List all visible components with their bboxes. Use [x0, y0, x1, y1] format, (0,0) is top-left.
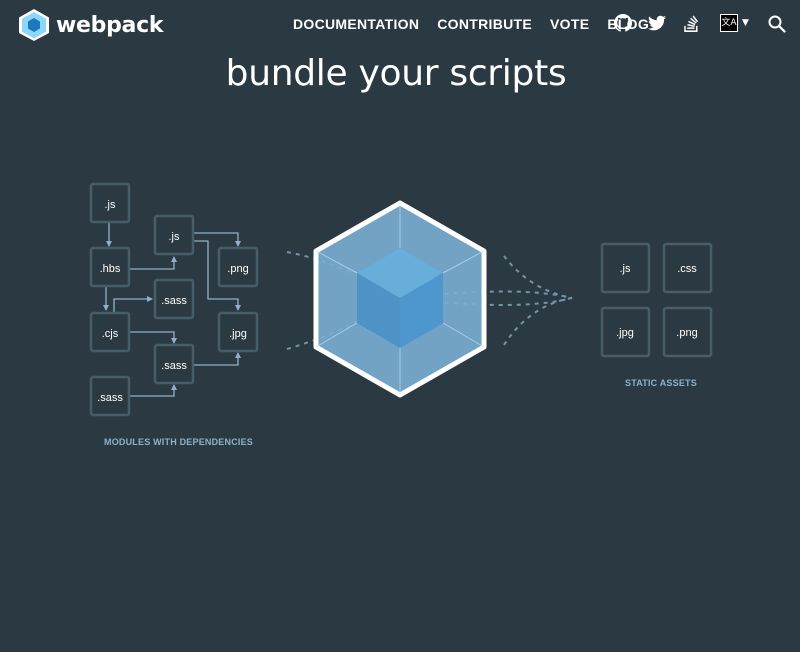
flow-line [503, 255, 573, 299]
module-label: .js [105, 199, 117, 211]
asset-label: .css [677, 263, 697, 275]
asset-label: .png [676, 327, 697, 339]
module-box: .png [217, 246, 259, 288]
module-label: .png [227, 263, 248, 275]
module-box: .js [153, 214, 195, 256]
module-box: .sass [89, 375, 131, 417]
asset-box: .png [662, 306, 713, 358]
module-box: .js [89, 182, 131, 224]
modules-caption: MODULES WITH DEPENDENCIES [104, 437, 254, 447]
asset-box: .css [662, 242, 713, 294]
module-label: .hbs [100, 263, 121, 275]
arrow [130, 256, 177, 270]
assets-caption: STATIC ASSETS [625, 378, 697, 388]
arrow [193, 232, 241, 247]
bundle-diagram: .js .js .hbs .png .sass .cjs .jpg .sass [89, 182, 713, 417]
module-label: .sass [97, 392, 123, 404]
module-box: .sass [153, 343, 195, 385]
assets-group: .js .css .jpg .png [600, 242, 713, 358]
module-label: .jpg [229, 328, 247, 340]
arrow [193, 240, 241, 311]
asset-label: .jpg [616, 327, 634, 339]
asset-box: .jpg [600, 306, 651, 358]
module-label: .sass [161, 295, 187, 307]
arrow [130, 331, 177, 344]
arrow [113, 296, 153, 313]
module-label: .sass [161, 360, 187, 372]
webpack-cube-icon [313, 200, 487, 398]
arrow [130, 384, 177, 397]
asset-box: .js [600, 242, 651, 294]
module-box: .jpg [217, 311, 259, 353]
module-label: .js [169, 231, 181, 243]
arrow [193, 352, 241, 366]
flow-line [503, 297, 573, 346]
module-box: .sass [153, 278, 195, 320]
module-label: .cjs [102, 328, 119, 340]
module-box: .hbs [89, 246, 131, 288]
module-box: .cjs [89, 311, 131, 353]
asset-label: .js [620, 263, 632, 275]
